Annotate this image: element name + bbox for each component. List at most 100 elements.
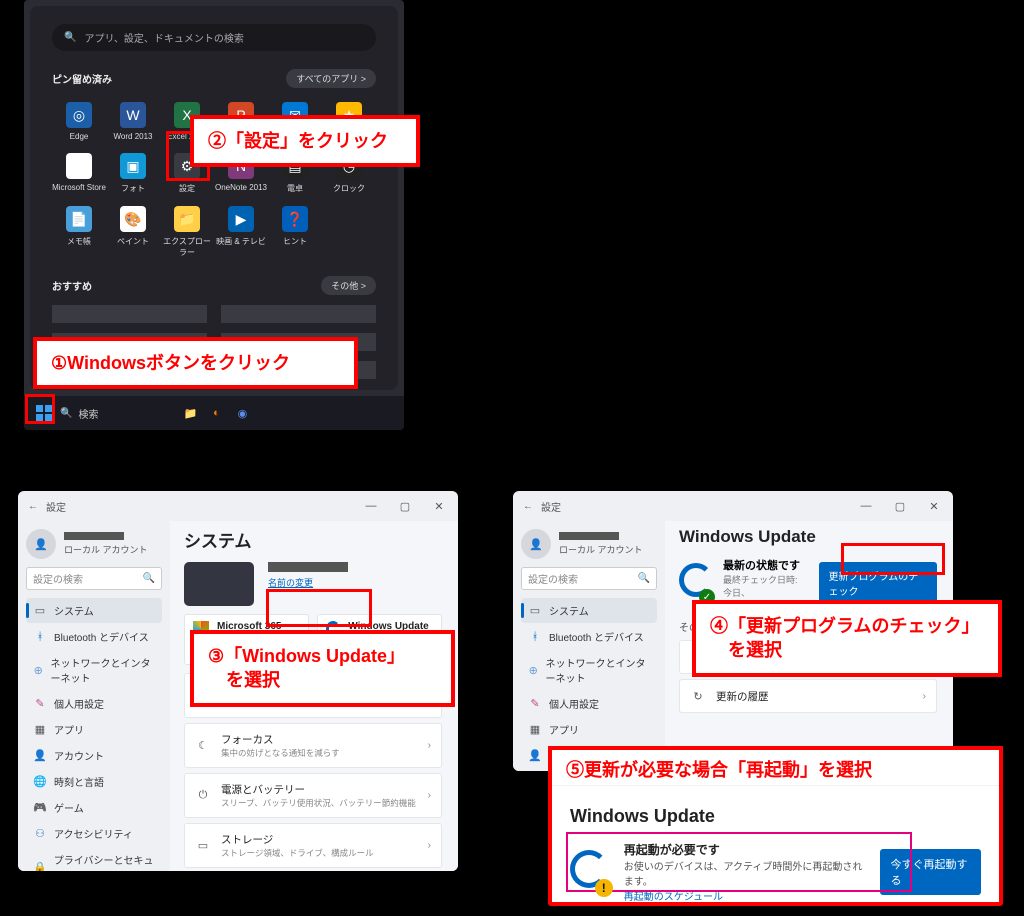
start-search[interactable]: 🔍 アプリ、設定、ドキュメントの検索 bbox=[52, 24, 376, 51]
nav-icon: 👤 bbox=[33, 749, 47, 763]
taskbar-search[interactable]: 🔍 検索 bbox=[60, 406, 98, 421]
page-title: システム bbox=[184, 527, 442, 552]
callout-2: ②「設定」をクリック bbox=[190, 115, 420, 167]
sidebar-item-個人用設定[interactable]: ✎個人用設定 bbox=[521, 691, 657, 716]
sidebar-item-システム[interactable]: ▭システム bbox=[521, 598, 657, 623]
pinned-app-16[interactable]: ❓ヒント bbox=[268, 202, 322, 262]
row-icon: ▭ bbox=[195, 838, 211, 854]
taskbar-app-icon[interactable]: ◉ bbox=[232, 403, 252, 423]
account-block[interactable]: 👤 ローカル アカウント bbox=[521, 529, 657, 559]
avatar-icon: 👤 bbox=[521, 529, 551, 559]
app-icon: 📄 bbox=[66, 206, 92, 232]
nav-label: 時刻と言語 bbox=[54, 774, 104, 789]
row-icon: ⏻ bbox=[195, 788, 211, 804]
sidebar-item-ゲーム[interactable]: 🎮ゲーム bbox=[26, 795, 162, 820]
nav-label: Bluetooth とデバイス bbox=[54, 629, 149, 644]
nav-icon: ⊕ bbox=[33, 663, 43, 677]
highlight-wu-card bbox=[266, 589, 372, 627]
nav-label: アカウント bbox=[54, 748, 104, 763]
more-button[interactable]: その他 > bbox=[321, 276, 376, 295]
sidebar-item-個人用設定[interactable]: ✎個人用設定 bbox=[26, 691, 162, 716]
nav-icon: ✎ bbox=[33, 697, 47, 711]
pinned-app-15[interactable]: ▶映画 & テレビ bbox=[214, 202, 268, 262]
sidebar-item-アプリ[interactable]: ▦アプリ bbox=[521, 717, 657, 742]
app-label: フォト bbox=[121, 183, 145, 194]
taskbar-app-icon[interactable]: ◐ bbox=[206, 403, 226, 423]
settings-search-placeholder: 設定の検索 bbox=[528, 571, 578, 586]
app-label: 電卓 bbox=[287, 183, 303, 194]
system-row-2[interactable]: ⏻電源とバッテリースリープ、バッテリ使用状況、バッテリー節約機能› bbox=[184, 773, 442, 818]
nav-icon: ▦ bbox=[33, 723, 47, 737]
pinned-app-12[interactable]: 📄メモ帳 bbox=[52, 202, 106, 262]
account-block[interactable]: 👤 ローカル アカウント bbox=[26, 529, 162, 559]
app-label: 映画 & テレビ bbox=[216, 236, 266, 247]
sidebar-item-アプリ[interactable]: ▦ アプリ bbox=[26, 717, 162, 742]
minimize-button[interactable]: — bbox=[851, 495, 881, 517]
recommended-item[interactable] bbox=[221, 305, 376, 323]
pinned-app-7[interactable]: ▣フォト bbox=[106, 149, 160, 198]
nav-label: システム bbox=[54, 603, 94, 618]
pinned-app-6[interactable]: 🛍Microsoft Store bbox=[52, 149, 106, 198]
nav-icon: ᚼ bbox=[528, 630, 542, 644]
app-icon: 🎨 bbox=[120, 206, 146, 232]
app-label: エクスプローラー bbox=[160, 236, 214, 258]
update-history-row[interactable]: ↻ 更新の履歴 › bbox=[679, 679, 937, 713]
wu-status-sub1: 最終チェック日時: 今日、 bbox=[723, 575, 798, 598]
recommended-item[interactable] bbox=[52, 305, 207, 323]
search-icon: 🔍 bbox=[638, 573, 650, 584]
pinned-label: ピン留め済み bbox=[52, 71, 112, 86]
app-icon: ❓ bbox=[282, 206, 308, 232]
wu-notice-title: Windows Update bbox=[570, 806, 981, 827]
row-sub: 集中の妨げとなる通知を減らす bbox=[221, 747, 340, 759]
pinned-app-1[interactable]: WWord 2013 bbox=[106, 98, 160, 145]
sidebar-item-Bluetooth とデバイス[interactable]: ᚼBluetooth とデバイス bbox=[521, 624, 657, 649]
settings-search[interactable]: 設定の検索 🔍 bbox=[26, 567, 162, 590]
history-icon: ↻ bbox=[690, 688, 706, 704]
back-button[interactable]: ← bbox=[28, 501, 38, 512]
system-row-1[interactable]: ☾フォーカス集中の妨げとなる通知を減らす› bbox=[184, 723, 442, 768]
history-title: 更新の履歴 bbox=[716, 689, 769, 704]
account-name-redacted bbox=[64, 532, 124, 540]
app-icon: 📁 bbox=[174, 206, 200, 232]
sidebar-item-Bluetooth とデバイス[interactable]: ᚼBluetooth とデバイス bbox=[26, 624, 162, 649]
sidebar-item-ネットワークとインターネット[interactable]: ⊕ネットワークとインターネット bbox=[521, 650, 657, 690]
maximize-button[interactable]: ▢ bbox=[390, 495, 420, 517]
nav-label: アプリ bbox=[54, 722, 84, 737]
sidebar-item-ネットワークとインターネット[interactable]: ⊕ネットワークとインターネット bbox=[26, 650, 162, 690]
sidebar-item-プライバシーとセキュリティ[interactable]: 🔒プライバシーとセキュリティ bbox=[26, 847, 162, 871]
wu-status-icon: ✓ bbox=[679, 563, 713, 603]
all-apps-button[interactable]: すべてのアプリ > bbox=[286, 69, 376, 88]
sidebar-item-時刻と言語[interactable]: 🌐時刻と言語 bbox=[26, 769, 162, 794]
sidebar-item-アカウント[interactable]: 👤 アカウント bbox=[26, 743, 162, 768]
sidebar-item-アクセシビリティ[interactable]: ⚇アクセシビリティ bbox=[26, 821, 162, 846]
close-button[interactable]: ✕ bbox=[919, 495, 949, 517]
maximize-button[interactable]: ▢ bbox=[885, 495, 915, 517]
rename-link[interactable]: 名前の変更 bbox=[268, 576, 348, 589]
nav-label: アクセシビリティ bbox=[54, 826, 133, 841]
row-sub: ストレージ領域、ドライブ、構成ルール bbox=[221, 847, 374, 859]
pinned-app-14[interactable]: 📁 エクスプローラー bbox=[160, 202, 214, 262]
taskbar-app-icon[interactable]: 📁 bbox=[180, 403, 200, 423]
pinned-app-0[interactable]: ◎Edge bbox=[52, 98, 106, 145]
nav-icon: 🔒 bbox=[33, 860, 47, 871]
account-type: ローカル アカウント bbox=[64, 545, 148, 555]
recommended-label: おすすめ bbox=[52, 278, 92, 293]
start-search-placeholder: アプリ、設定、ドキュメントの検索 bbox=[84, 30, 243, 45]
row-title: 電源とバッテリー bbox=[221, 782, 416, 797]
row-title: フォーカス bbox=[221, 732, 340, 747]
system-row-3[interactable]: ▭ストレージストレージ領域、ドライブ、構成ルール› bbox=[184, 823, 442, 868]
back-button[interactable]: ← bbox=[523, 501, 533, 512]
close-button[interactable]: ✕ bbox=[424, 495, 454, 517]
settings-search[interactable]: 設定の検索 🔍 bbox=[521, 567, 657, 590]
callout-4: ④「更新プログラムのチェック」 を選択 bbox=[692, 600, 1002, 677]
warning-icon: ! bbox=[595, 879, 613, 897]
nav-icon: ▭ bbox=[33, 604, 47, 618]
sidebar-item-システム[interactable]: ▭ システム bbox=[26, 598, 162, 623]
minimize-button[interactable]: — bbox=[356, 495, 386, 517]
callout-5: ⑤更新が必要な場合「再起動」を選択 bbox=[548, 746, 1003, 790]
app-icon: W bbox=[120, 102, 146, 128]
search-icon: 🔍 bbox=[143, 573, 155, 584]
app-label: Edge bbox=[70, 132, 89, 141]
app-label: ペイント bbox=[117, 236, 149, 247]
pinned-app-13[interactable]: 🎨 ペイント bbox=[106, 202, 160, 262]
